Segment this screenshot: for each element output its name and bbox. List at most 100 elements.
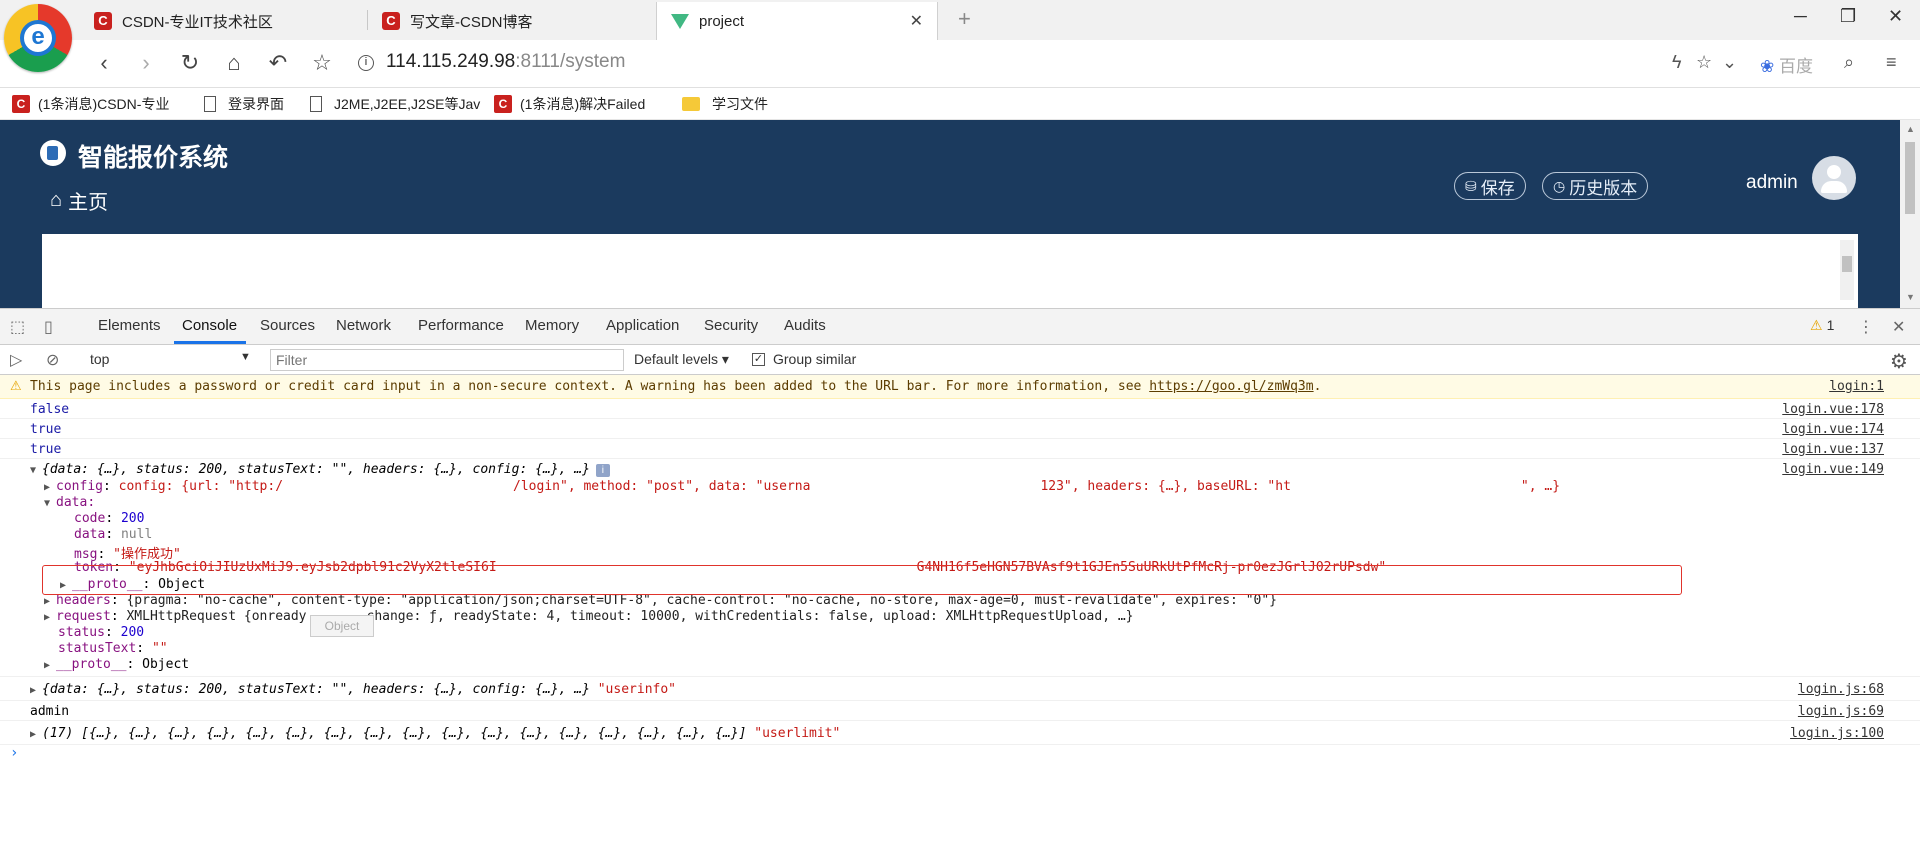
tab-elements[interactable]: Elements — [98, 317, 161, 334]
source-link[interactable]: login.vue:137 — [1782, 442, 1884, 457]
console-row-userlimit: ▶ (17) [{…}, {…}, {…}, {…}, {…}, {…}, {…}… — [0, 721, 1920, 745]
object-summary[interactable]: ▼ {data: {…}, status: 200, statusText: ""… — [30, 462, 610, 477]
back-button[interactable]: ‹ — [90, 50, 118, 76]
config-property[interactable]: ▶ config: config: {url: "http://login", m… — [44, 479, 1560, 494]
filter-input[interactable] — [270, 349, 624, 371]
save-label: 保存 — [1480, 178, 1515, 198]
bookmark-item[interactable]: J2ME,J2EE,J2SE等Jav — [310, 94, 480, 114]
group-similar-checkbox[interactable]: ✓ Group similar — [752, 351, 856, 367]
close-tab-icon[interactable]: ✕ — [910, 11, 923, 31]
clear-console-icon[interactable]: ⊘ — [46, 350, 66, 369]
chevron-down-icon[interactable]: ⌄ — [1722, 52, 1737, 73]
console-toolbar: ▷ ⊘ top ▼ Default levels ▾ ✓Group simila… — [0, 345, 1920, 375]
devtools-panel: ⬚ ▯ Elements Console Sources Network Per… — [0, 308, 1920, 866]
csdn-icon: C — [494, 95, 512, 113]
tab-sources[interactable]: Sources — [260, 317, 315, 334]
tab-csdn[interactable]: C CSDN-专业IT技术社区 — [80, 2, 366, 40]
proto-property[interactable]: ▶ __proto__: Object — [44, 657, 189, 672]
menu-icon[interactable]: ≡ — [1886, 52, 1897, 73]
new-tab-button[interactable]: + — [958, 6, 971, 32]
user-name[interactable]: admin — [1746, 172, 1798, 194]
favorite-star-icon[interactable]: ☆ — [1696, 52, 1712, 73]
sidebar-toggle-icon[interactable]: ▷ — [10, 350, 30, 369]
close-devtools-icon[interactable]: ✕ — [1892, 317, 1912, 336]
log-value: true — [30, 422, 62, 437]
info-icon: i — [595, 464, 610, 477]
source-link[interactable]: login.vue:174 — [1782, 422, 1884, 437]
tab-memory[interactable]: Memory — [525, 317, 579, 334]
reload-icon[interactable]: ↻ — [176, 50, 204, 76]
home-icon[interactable]: ⌂ — [220, 50, 248, 76]
log-levels-dropdown[interactable]: Default levels ▾ — [634, 351, 729, 368]
home-nav-link[interactable]: ⌂ 主页 — [50, 186, 108, 215]
clock-icon: ◷ — [1553, 177, 1566, 194]
log-value: true — [30, 442, 62, 457]
restore-button[interactable]: ❐ — [1840, 6, 1856, 27]
console-prompt[interactable]: › — [10, 745, 18, 761]
warning-link[interactable]: https://goo.gl/zmWq3m — [1149, 379, 1313, 394]
chevron-down-icon[interactable]: ▼ — [240, 351, 251, 363]
warning-counter[interactable]: ⚠ 1 — [1810, 317, 1834, 334]
save-button[interactable]: ⛁ 保存 — [1454, 172, 1526, 200]
source-link[interactable]: login.js:68 — [1798, 682, 1884, 697]
array-summary[interactable]: ▶ (17) [{…}, {…}, {…}, {…}, {…}, {…}, {…}… — [30, 726, 840, 741]
tab-csdn-blog[interactable]: C 写文章-CSDN博客 — [368, 2, 654, 40]
content-panel — [42, 234, 1858, 308]
address-bar: ‹ › ↻ ⌂ ↶ ☆ i 114.115.249.98:8111/system … — [0, 40, 1920, 88]
tab-console[interactable]: Console — [182, 317, 237, 334]
tab-network[interactable]: Network — [336, 317, 391, 334]
object-summary[interactable]: ▶ {data: {…}, status: 200, statusText: ""… — [30, 682, 676, 697]
log-value: admin — [30, 704, 70, 719]
active-tab-indicator — [174, 341, 246, 344]
undo-icon[interactable]: ↶ — [264, 50, 292, 76]
forward-button[interactable]: › — [132, 50, 160, 76]
tab-application[interactable]: Application — [606, 317, 679, 334]
status-property: status: 200 — [58, 625, 145, 640]
more-options-icon[interactable]: ⋮ — [1858, 317, 1878, 336]
tab-performance[interactable]: Performance — [418, 317, 504, 334]
source-link[interactable]: login:1 — [1829, 379, 1884, 394]
bookmark-label: J2ME,J2EE,J2SE等Jav — [334, 96, 481, 112]
search-engine-label: 百度 — [1778, 57, 1813, 76]
source-link[interactable]: login.js:100 — [1790, 726, 1884, 741]
url-field[interactable]: i 114.115.249.98:8111/system — [358, 51, 625, 73]
inspect-element-icon[interactable]: ⬚ — [10, 317, 30, 336]
bookmark-item[interactable]: 学习文件 — [682, 94, 768, 114]
lightning-icon[interactable]: ϟ — [1672, 52, 1682, 73]
console-row: true login.vue:174 — [0, 419, 1920, 439]
device-toolbar-icon[interactable]: ▯ — [44, 317, 64, 336]
source-link[interactable]: login.vue:178 — [1782, 402, 1884, 417]
gear-icon[interactable]: ⚙ — [1890, 349, 1908, 374]
tab-security[interactable]: Security — [704, 317, 758, 334]
browser-logo-icon: e — [4, 4, 72, 72]
bookmark-item[interactable]: C (1条消息)CSDN-专业 — [12, 94, 169, 114]
close-window-button[interactable]: ✕ — [1888, 6, 1903, 27]
page-scrollbar[interactable]: ▲ ▼ — [1900, 120, 1920, 308]
home-icon: ⌂ — [50, 189, 63, 211]
bookmark-star-icon[interactable]: ☆ — [308, 50, 336, 76]
source-link[interactable]: login.vue:149 — [1782, 462, 1884, 477]
avatar[interactable] — [1812, 156, 1856, 200]
bookmark-label: (1条消息)CSDN-专业 — [38, 96, 170, 112]
browser-tab-bar: e C CSDN-专业IT技术社区 C 写文章-CSDN博客 project ✕… — [0, 0, 1920, 72]
site-info-icon[interactable]: i — [358, 55, 374, 71]
bookmark-item[interactable]: 登录界面 — [204, 94, 284, 114]
panel-scrollbar[interactable] — [1840, 240, 1854, 300]
object-tooltip: Object — [310, 615, 374, 637]
tab-audits[interactable]: Audits — [784, 317, 826, 334]
data-property[interactable]: ▼ data: — [44, 495, 95, 510]
bookmark-item[interactable]: C (1条消息)解决Failed — [494, 94, 645, 114]
bookmark-label: 学习文件 — [712, 96, 768, 112]
csdn-icon: C — [94, 12, 112, 30]
minimize-button[interactable]: ─ — [1794, 6, 1807, 27]
search-icon[interactable]: ⌕ — [1844, 52, 1854, 73]
request-property[interactable]: ▶ request: XMLHttpRequest {onready change:… — [44, 609, 1134, 624]
console-row: admin login.js:69 — [0, 701, 1920, 721]
tab-project[interactable]: project ✕ — [656, 2, 938, 40]
headers-property[interactable]: ▶ headers: {pragma: "no-cache", content-t… — [44, 593, 1277, 608]
context-selector[interactable]: top — [90, 351, 109, 367]
page-icon — [204, 96, 216, 112]
source-link[interactable]: login.js:69 — [1798, 704, 1884, 719]
search-engine-box[interactable]: ❀ 百度 — [1760, 52, 1813, 77]
history-button[interactable]: ◷ 历史版本 — [1542, 172, 1649, 200]
